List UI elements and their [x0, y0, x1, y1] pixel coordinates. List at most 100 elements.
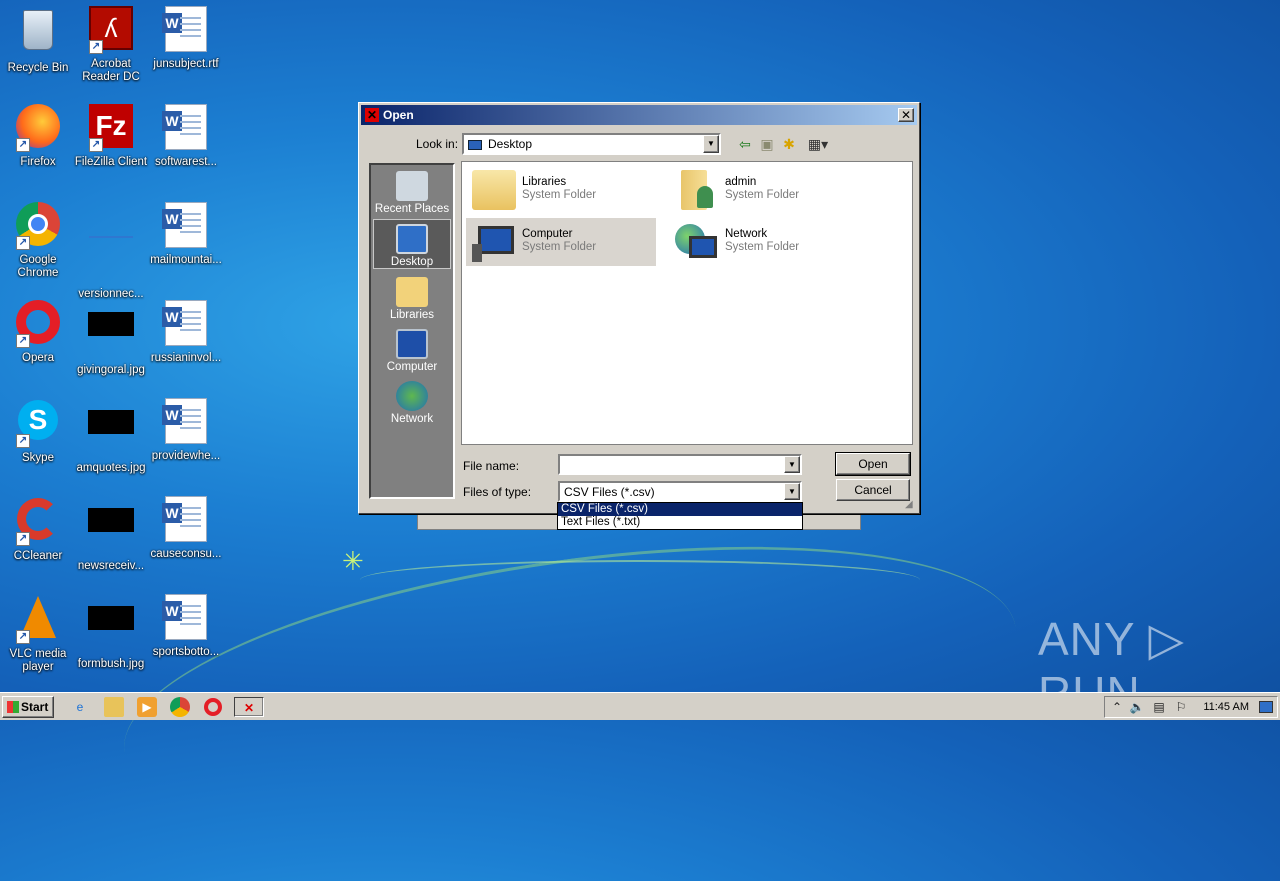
chevron-down-icon[interactable]: ▼ [703, 135, 719, 153]
desktop-icon-causeconsu[interactable]: W causeconsu... [148, 496, 224, 561]
files-of-type-select[interactable]: CSV Files (*.csv) ▼ [558, 481, 802, 502]
recent-places-icon [396, 171, 428, 201]
place-libraries[interactable]: Libraries [373, 273, 451, 323]
user-folder-icon [675, 170, 719, 210]
view-menu-icon[interactable]: ▦▾ [805, 136, 831, 152]
chevron-down-icon[interactable]: ▼ [784, 483, 800, 500]
active-app-icon[interactable]: ✕ [234, 697, 264, 717]
network-status-icon[interactable]: ▤ [1151, 699, 1167, 715]
desktop-icon-label: amquotes.jpg [76, 462, 146, 474]
open-button[interactable]: Open [835, 452, 911, 476]
desktop-icon-label: VLC media player [9, 648, 67, 673]
desktop-icon-firefox[interactable]: ↗ Firefox [0, 104, 76, 169]
place-network[interactable]: Network [373, 377, 451, 427]
chrome-icon: ↗ [14, 202, 62, 250]
dropdown-option-csv[interactable]: CSV Files (*.csv) [558, 503, 802, 516]
desktop-icon-russianinvol[interactable]: W russianinvol... [148, 300, 224, 365]
word-document-icon: W [162, 300, 210, 348]
file-name-input[interactable]: ▼ [558, 454, 802, 475]
chevron-down-icon[interactable]: ▼ [784, 456, 800, 473]
place-label: Libraries [389, 309, 435, 321]
computer-icon [472, 222, 516, 262]
place-label: Network [390, 413, 434, 425]
file-item-admin[interactable]: admin System Folder [669, 166, 859, 214]
desktop-icon-givingoral[interactable]: givingoral.jpg [73, 300, 149, 377]
chrome-icon[interactable] [170, 697, 190, 717]
desktop-icon-amquotes[interactable]: amquotes.jpg [73, 398, 149, 475]
desktop-icon-label: givingoral.jpg [77, 364, 145, 376]
opera-icon[interactable] [204, 698, 222, 716]
wallpaper-streak [106, 498, 1034, 881]
desktop-icon-sportsbotto[interactable]: W sportsbotto... [148, 594, 224, 659]
show-desktop-icon[interactable] [1259, 701, 1273, 713]
desktop-icon-softwarest[interactable]: W softwarest... [148, 104, 224, 169]
open-dialog: ✕ Open ✕ Look in: Desktop ▼ ⇦ ▣ ✱ ▦▾ Rec… [358, 102, 920, 514]
desktop-icon-chrome[interactable]: ↗ Google Chrome [0, 202, 76, 280]
file-list[interactable]: Libraries System Folder admin System Fol… [461, 161, 913, 445]
image-file-icon [87, 606, 135, 654]
desktop-icon-label: Firefox [20, 156, 56, 168]
image-file-icon [87, 410, 135, 458]
wallpaper-sparkle: ✳ [342, 546, 364, 576]
recycle-bin-icon [14, 10, 62, 58]
dialog-title: Open [383, 108, 414, 122]
system-tray: ⌃ 🔈 ▤ ⚐ 11:45 AM [1104, 696, 1278, 718]
start-button[interactable]: Start [2, 696, 54, 718]
desktop-icon-label: FileZilla Client [74, 156, 148, 168]
desktop-icon-acrobat[interactable]: ʎ ↗ Acrobat Reader DC [73, 6, 149, 84]
file-item-libraries[interactable]: Libraries System Folder [466, 166, 656, 214]
clock[interactable]: 11:45 AM [1203, 701, 1249, 713]
file-item-network[interactable]: Network System Folder [669, 218, 859, 266]
file-item-computer[interactable]: Computer System Folder [466, 218, 656, 266]
explorer-folder-icon[interactable] [104, 697, 124, 717]
desktop-icon-label: causeconsu... [150, 548, 222, 560]
desktop-icon-label: mailmountai... [150, 254, 222, 266]
volume-icon[interactable]: 🔈 [1129, 699, 1145, 715]
file-name: Computer [522, 228, 573, 240]
desktop-icon-opera[interactable]: ↗ Opera [0, 300, 76, 365]
desktop-icon-label: junsubject.rtf [153, 58, 219, 70]
desktop-icon-filezilla[interactable]: Fz ↗ FileZilla Client [73, 104, 149, 169]
wallpaper-streak [360, 560, 920, 600]
image-file-icon [87, 312, 135, 360]
ie-icon[interactable]: e [70, 697, 90, 717]
back-icon[interactable]: ⇦ [736, 136, 754, 152]
look-in-combo[interactable]: Desktop ▼ [462, 133, 721, 155]
firefox-icon: ↗ [14, 104, 62, 152]
places-bar: Recent Places Desktop Libraries Computer… [369, 163, 455, 499]
desktop-icon-ccleaner[interactable]: ↗ CCleaner [0, 496, 76, 563]
action-center-flag-icon[interactable]: ⚐ [1173, 699, 1189, 715]
desktop-icon-newsreceiv[interactable]: newsreceiv... [73, 496, 149, 573]
word-document-icon: W [162, 398, 210, 446]
desktop-icon-vlc[interactable]: ↗ VLC media player [0, 594, 76, 674]
show-hidden-icons-icon[interactable]: ⌃ [1109, 699, 1125, 715]
place-label: Desktop [390, 256, 434, 268]
desktop-icon-label: sportsbotto... [152, 646, 220, 658]
look-in-value: Desktop [488, 137, 533, 151]
resize-grip-icon[interactable]: ◢ [905, 499, 917, 511]
desktop-icon [396, 224, 428, 254]
cancel-button[interactable]: Cancel [836, 479, 910, 501]
place-recent-places[interactable]: Recent Places [373, 167, 451, 217]
desktop-icon-skype[interactable]: S ↗ Skype [0, 398, 76, 465]
dropdown-option-txt[interactable]: Text Files (*.txt) [558, 516, 802, 529]
desktop-icon-recycle-bin[interactable]: Recycle Bin [0, 6, 76, 75]
file-name: admin [725, 176, 757, 188]
desktop-icon-label: providewhe... [151, 450, 221, 462]
files-of-type-value: CSV Files (*.csv) [564, 485, 655, 499]
vlc-cone-icon: ↗ [14, 596, 62, 644]
up-folder-icon[interactable]: ▣ [758, 136, 776, 152]
dialog-titlebar[interactable]: ✕ Open ✕ [361, 105, 917, 125]
desktop-icon-providewhe[interactable]: W providewhe... [148, 398, 224, 463]
desktop-icon-versionnec[interactable]: versionnec... [73, 202, 149, 301]
media-player-icon[interactable]: ▶ [137, 697, 157, 717]
start-label: Start [21, 700, 49, 714]
desktop-icon-formbush[interactable]: formbush.jpg [73, 594, 149, 671]
place-desktop[interactable]: Desktop [373, 219, 451, 269]
desktop-icon-mailmountai[interactable]: W mailmountai... [148, 202, 224, 267]
desktop-icon-junsubject[interactable]: W junsubject.rtf [148, 6, 224, 71]
close-button[interactable]: ✕ [898, 108, 914, 122]
new-folder-icon[interactable]: ✱ [780, 136, 798, 152]
place-label: Computer [386, 361, 438, 373]
place-computer[interactable]: Computer [373, 325, 451, 375]
